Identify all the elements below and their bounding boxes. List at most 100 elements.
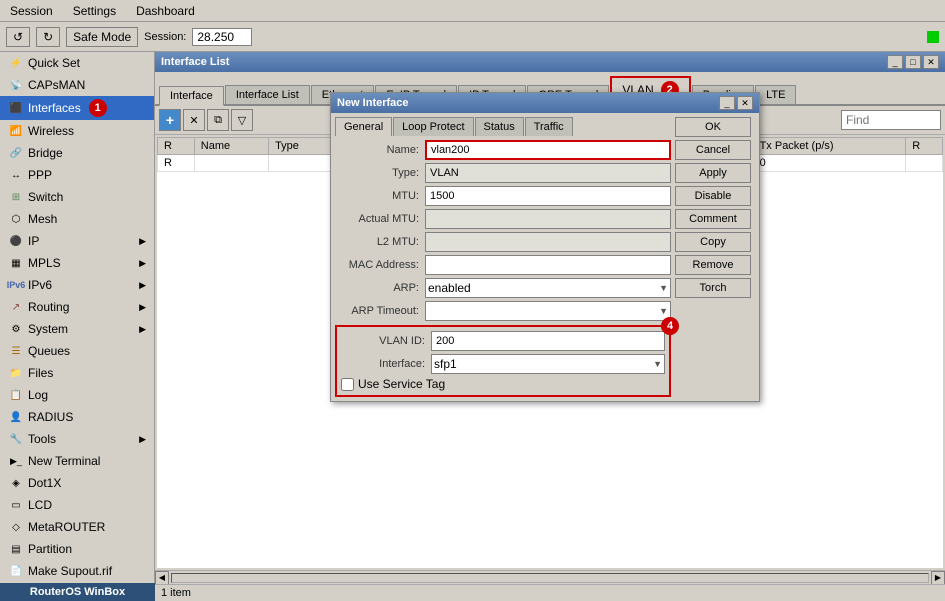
sidebar-item-label: MetaROUTER bbox=[28, 520, 105, 534]
copy-dialog-button[interactable]: Copy bbox=[675, 232, 751, 252]
sidebar-item-bridge[interactable]: 🔗 Bridge bbox=[0, 142, 154, 164]
sidebar-item-label: Tools bbox=[28, 432, 56, 446]
sidebar-item-label: Wireless bbox=[28, 124, 74, 138]
filter-button[interactable]: ▽ bbox=[231, 109, 253, 131]
mtu-input[interactable] bbox=[425, 186, 671, 206]
sidebar-item-label: IP bbox=[28, 234, 39, 248]
dialog-title: New Interface bbox=[337, 97, 409, 109]
l2-mtu-label: L2 MTU: bbox=[335, 236, 425, 248]
sidebar-item-system[interactable]: ⚙ System ▶ bbox=[0, 318, 154, 340]
mac-input[interactable] bbox=[425, 255, 671, 275]
ok-button[interactable]: OK bbox=[675, 117, 751, 137]
sidebar-item-lcd[interactable]: ▭ LCD bbox=[0, 494, 154, 516]
sidebar-item-capsman[interactable]: 📡 CAPsMAN bbox=[0, 74, 154, 96]
dialog-tab-traffic[interactable]: Traffic bbox=[525, 117, 573, 136]
apply-button[interactable]: Apply bbox=[675, 163, 751, 183]
name-input[interactable] bbox=[425, 140, 671, 160]
ppp-icon: ↔ bbox=[8, 167, 24, 183]
tab-lte[interactable]: LTE bbox=[755, 85, 796, 104]
sidebar-item-wireless[interactable]: 📶 Wireless bbox=[0, 120, 154, 142]
sidebar-item-ppp[interactable]: ↔ PPP bbox=[0, 164, 154, 186]
mtu-label: MTU: bbox=[335, 190, 425, 202]
scroll-left-button[interactable]: ◀ bbox=[155, 571, 169, 585]
hscroll-bar: ◀ ▶ bbox=[155, 570, 945, 584]
sidebar-item-make-supout[interactable]: 📄 Make Supout.rif bbox=[0, 560, 154, 582]
safe-mode-button[interactable]: Safe Mode bbox=[66, 27, 138, 47]
use-service-tag-label: Use Service Tag bbox=[358, 377, 445, 391]
ipv6-arrow-icon: ▶ bbox=[139, 280, 146, 291]
tab-interface-list[interactable]: Interface List bbox=[225, 85, 310, 104]
window-minimize-button[interactable]: _ bbox=[887, 55, 903, 69]
tools-icon: 🔧 bbox=[8, 431, 24, 447]
copy-button[interactable]: ⧉ bbox=[207, 109, 229, 131]
arp-timeout-label: ARP Timeout: bbox=[335, 305, 425, 317]
sidebar-item-quick-set[interactable]: ⚡ Quick Set bbox=[0, 52, 154, 74]
sidebar-item-log[interactable]: 📋 Log bbox=[0, 384, 154, 406]
interface-select[interactable]: sfp1 ▼ bbox=[431, 354, 665, 374]
name-label: Name: bbox=[335, 144, 425, 156]
safe-mode-label: Safe Mode bbox=[73, 30, 131, 44]
torch-button[interactable]: Torch bbox=[675, 278, 751, 298]
menu-settings[interactable]: Settings bbox=[67, 2, 122, 20]
comment-button[interactable]: Comment bbox=[675, 209, 751, 229]
col-header-r2[interactable]: R bbox=[906, 138, 943, 155]
cancel-button[interactable]: Cancel bbox=[675, 140, 751, 160]
disable-button[interactable]: Disable bbox=[675, 186, 751, 206]
actual-mtu-label: Actual MTU: bbox=[335, 213, 425, 225]
scroll-right-button[interactable]: ▶ bbox=[931, 571, 945, 585]
cell-tx-pps: 0 bbox=[753, 155, 906, 172]
remove-button[interactable]: ✕ bbox=[183, 109, 205, 131]
col-header-r[interactable]: R bbox=[158, 138, 195, 155]
sidebar-item-radius[interactable]: 👤 RADIUS bbox=[0, 406, 154, 428]
find-input[interactable] bbox=[841, 110, 941, 130]
dot1x-icon: ◈ bbox=[8, 475, 24, 491]
winbox-brand: RouterOS WinBox bbox=[0, 583, 155, 601]
menu-dashboard[interactable]: Dashboard bbox=[130, 2, 201, 20]
window-restore-button[interactable]: □ bbox=[905, 55, 921, 69]
redo-button[interactable]: ↻ bbox=[36, 27, 60, 47]
dialog-body: General Loop Protect Status Traffic Name… bbox=[331, 113, 759, 401]
menu-session[interactable]: Session bbox=[4, 2, 59, 20]
tab-interface[interactable]: Interface bbox=[159, 86, 224, 106]
add-button[interactable]: + bbox=[159, 109, 181, 131]
sidebar-item-mpls[interactable]: ▦ MPLS ▶ bbox=[0, 252, 154, 274]
sidebar-item-label: Bridge bbox=[28, 146, 63, 160]
arp-select[interactable]: enabled ▼ bbox=[425, 278, 671, 298]
dialog-close-button[interactable]: ✕ bbox=[737, 96, 753, 110]
sidebar: ⚡ Quick Set 📡 CAPsMAN ⬛ Interfaces 1 📶 W… bbox=[0, 52, 155, 601]
col-header-name[interactable]: Name bbox=[194, 138, 268, 155]
interfaces-icon: ⬛ bbox=[8, 100, 24, 116]
dialog-tab-status[interactable]: Status bbox=[475, 117, 524, 136]
dialog-tab-loop-protect[interactable]: Loop Protect bbox=[393, 117, 473, 136]
sidebar-item-new-terminal[interactable]: ▶_ New Terminal bbox=[0, 450, 154, 472]
col-header-tx-pps[interactable]: Tx Packet (p/s) bbox=[753, 138, 906, 155]
sidebar-item-mesh[interactable]: ⬡ Mesh bbox=[0, 208, 154, 230]
sidebar-item-files[interactable]: 📁 Files bbox=[0, 362, 154, 384]
use-service-tag-checkbox[interactable] bbox=[341, 378, 354, 391]
sidebar-item-metarouter[interactable]: ◇ MetaROUTER bbox=[0, 516, 154, 538]
sidebar-item-ip[interactable]: ⚫ IP ▶ bbox=[0, 230, 154, 252]
sidebar-item-tools[interactable]: 🔧 Tools ▶ bbox=[0, 428, 154, 450]
dialog-minimize-button[interactable]: _ bbox=[719, 96, 735, 110]
sidebar-item-label: Log bbox=[28, 388, 48, 402]
sidebar-item-dot1x[interactable]: ◈ Dot1X bbox=[0, 472, 154, 494]
vlan-id-input[interactable] bbox=[431, 331, 665, 351]
sidebar-item-queues[interactable]: ☰ Queues bbox=[0, 340, 154, 362]
form-row-mtu: MTU: bbox=[335, 186, 671, 206]
form-badge: 4 bbox=[661, 317, 679, 335]
col-header-type[interactable]: Type bbox=[269, 138, 334, 155]
sidebar-item-routing[interactable]: ↗ Routing ▶ bbox=[0, 296, 154, 318]
sidebar-item-partition[interactable]: ▤ Partition bbox=[0, 538, 154, 560]
dialog-tab-general[interactable]: General bbox=[335, 117, 392, 136]
sidebar-item-ipv6[interactable]: IPv6 IPv6 ▶ bbox=[0, 274, 154, 296]
system-icon: ⚙ bbox=[8, 321, 24, 337]
undo-button[interactable]: ↺ bbox=[6, 27, 30, 47]
content-area: Interface List _ □ ✕ Interface Interface… bbox=[155, 52, 945, 601]
sidebar-item-switch[interactable]: ⊞ Switch bbox=[0, 186, 154, 208]
sidebar-item-interfaces[interactable]: ⬛ Interfaces 1 bbox=[0, 96, 154, 120]
remove-dialog-button[interactable]: Remove bbox=[675, 255, 751, 275]
arp-timeout-select[interactable]: ▼ bbox=[425, 301, 671, 321]
window-close-button[interactable]: ✕ bbox=[923, 55, 939, 69]
sidebar-item-label: Switch bbox=[28, 190, 63, 204]
arp-dropdown-icon: ▼ bbox=[659, 283, 668, 293]
